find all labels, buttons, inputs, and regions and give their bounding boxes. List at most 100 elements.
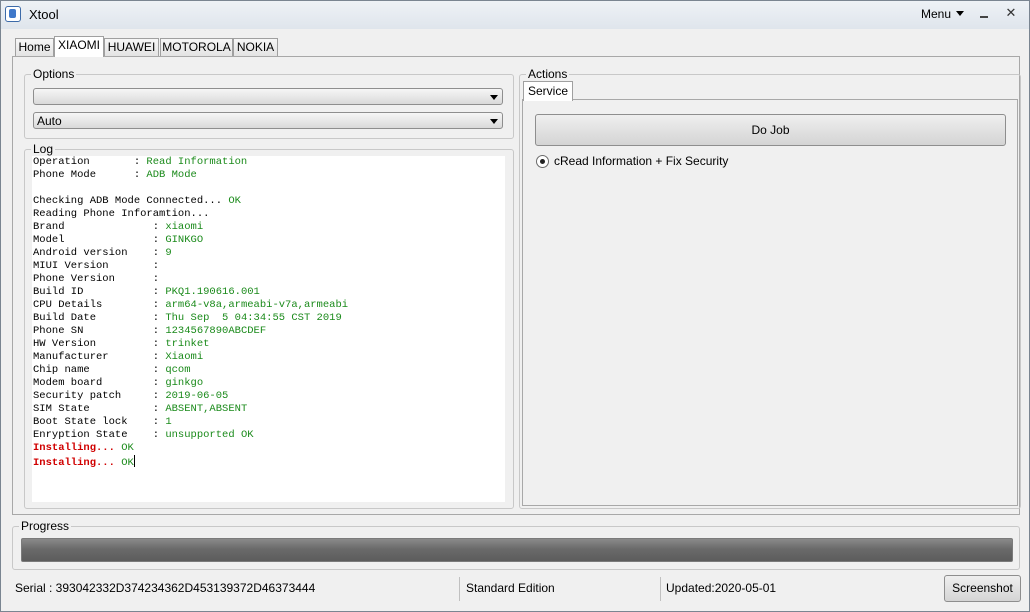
- options-label: Options: [31, 67, 77, 81]
- edition-text: Standard Edition: [466, 581, 555, 595]
- log-key: CPU Details :: [33, 299, 166, 311]
- log-line: Security patch : 2019-06-05: [32, 390, 505, 403]
- dropdown-arrow-icon: [490, 119, 498, 124]
- mode-combo-value: Auto: [37, 114, 62, 128]
- log-value: xiaomi: [165, 221, 204, 233]
- log-line: Phone Version :: [32, 273, 505, 286]
- log-warning-text: Installing...: [33, 457, 122, 469]
- log-key: Build ID :: [33, 286, 166, 298]
- log-value: GINKGO: [165, 234, 204, 246]
- app-icon: [5, 6, 21, 22]
- read-info-radio[interactable]: [536, 155, 549, 168]
- progress-bar: [21, 538, 1013, 562]
- close-icon[interactable]: ✕: [1003, 5, 1019, 20]
- log-key: HW Version :: [33, 338, 166, 350]
- do-job-button[interactable]: Do Job: [535, 114, 1006, 146]
- title-bar: Xtool Menu ✕: [1, 1, 1029, 29]
- log-line: Installing... OK: [32, 455, 505, 469]
- log-line: Build Date : Thu Sep 5 04:34:55 CST 2019: [32, 312, 505, 325]
- log-key: Brand :: [33, 221, 166, 233]
- updated-text: Updated:2020-05-01: [666, 581, 777, 595]
- log-line: Phone Mode : ADB Mode: [32, 169, 505, 182]
- log-value: 1234567890ABCDEF: [165, 325, 267, 337]
- log-value: trinket: [165, 338, 210, 350]
- log-line: Chip name : qcom: [32, 364, 505, 377]
- log-value: ADB Mode: [146, 169, 197, 181]
- log-key: Checking ADB Mode Connected...: [33, 195, 229, 207]
- log-line: Model : GINKGO: [32, 234, 505, 247]
- log-value: ABSENT,ABSENT: [165, 403, 248, 415]
- log-key: Manufacturer :: [33, 351, 166, 363]
- log-line: Enryption State : unsupported OK: [32, 429, 505, 442]
- chevron-down-icon: [956, 11, 965, 16]
- log-line: Brand : xiaomi: [32, 221, 505, 234]
- log-key: Modem board :: [33, 377, 166, 389]
- log-value: unsupported OK: [165, 429, 254, 441]
- log-output[interactable]: Operation : Read Information Phone Mode :…: [32, 156, 505, 502]
- log-key: MIUI Version :: [33, 260, 160, 272]
- actions-label: Actions: [526, 67, 570, 81]
- log-key: Operation :: [33, 156, 147, 168]
- tab-huawei[interactable]: HUAWEI: [104, 38, 159, 56]
- log-value: ginkgo: [165, 377, 204, 389]
- window-title: Xtool: [29, 7, 59, 22]
- text-cursor: [133, 455, 135, 467]
- log-key: Boot State lock :: [33, 416, 166, 428]
- log-line: Operation : Read Information: [32, 156, 505, 169]
- log-key: Reading Phone Inforamtion...: [33, 208, 210, 220]
- minimize-icon[interactable]: [976, 7, 992, 21]
- tab-nokia[interactable]: NOKIA: [233, 38, 278, 56]
- screenshot-button[interactable]: Screenshot: [944, 575, 1021, 602]
- log-label: Log: [31, 142, 56, 156]
- log-line: Modem board : ginkgo: [32, 377, 505, 390]
- dropdown-arrow-icon: [490, 95, 498, 100]
- menu-label: Menu: [921, 7, 952, 21]
- log-value: OK: [121, 457, 134, 469]
- log-value: Thu Sep 5 04:34:55 CST 2019: [165, 312, 342, 324]
- mode-combo[interactable]: Auto: [33, 112, 503, 129]
- tab-service[interactable]: Service: [523, 81, 573, 101]
- status-bar: Serial : 393042332D374234362D453139372D4…: [1, 573, 1029, 611]
- log-key: Security patch :: [33, 390, 166, 402]
- log-value: 1: [165, 416, 172, 428]
- log-value: 2019-06-05: [165, 390, 229, 402]
- log-line: Installing... OK: [32, 442, 505, 455]
- log-line: SIM State : ABSENT,ABSENT: [32, 403, 505, 416]
- log-key: Chip name :: [33, 364, 166, 376]
- log-value: PKQ1.190616.001: [165, 286, 260, 298]
- log-line: CPU Details : arm64-v8a,armeabi-v7a,arme…: [32, 299, 505, 312]
- log-key: Model :: [33, 234, 166, 246]
- model-combo[interactable]: [33, 88, 503, 105]
- log-line: Build ID : PKQ1.190616.001: [32, 286, 505, 299]
- log-warning-text: Installing...: [33, 442, 122, 454]
- log-line: Reading Phone Inforamtion...: [32, 208, 505, 221]
- tab-motorola[interactable]: MOTOROLA: [160, 38, 233, 56]
- log-value: OK: [228, 195, 241, 207]
- log-value: qcom: [165, 364, 191, 376]
- log-value: Xiaomi: [165, 351, 204, 363]
- log-line: MIUI Version :: [32, 260, 505, 273]
- tab-home[interactable]: Home: [15, 38, 54, 56]
- log-key: Phone Mode :: [33, 169, 147, 181]
- app-window: Xtool Menu ✕ Home XIAOMI HUAWEI MOTOROLA…: [0, 0, 1030, 612]
- log-key: Phone SN :: [33, 325, 166, 337]
- log-line: Boot State lock : 1: [32, 416, 505, 429]
- log-value: arm64-v8a,armeabi-v7a,armeabi: [165, 299, 349, 311]
- progress-label: Progress: [19, 519, 72, 533]
- log-key: Build Date :: [33, 312, 166, 324]
- menu-button[interactable]: Menu: [921, 7, 965, 21]
- log-value: OK: [121, 442, 134, 454]
- log-key: Phone Version :: [33, 273, 160, 285]
- log-value: 9: [165, 247, 172, 259]
- log-key: Android version :: [33, 247, 166, 259]
- status-divider: [660, 577, 661, 601]
- read-info-radio-label[interactable]: cRead Information + Fix Security: [554, 154, 728, 168]
- options-group: Options: [24, 67, 514, 139]
- tab-xiaomi[interactable]: XIAOMI: [54, 36, 104, 57]
- log-line: HW Version : trinket: [32, 338, 505, 351]
- log-line: Checking ADB Mode Connected... OK: [32, 195, 505, 208]
- log-line: Phone SN : 1234567890ABCDEF: [32, 325, 505, 338]
- log-line: Android version : 9: [32, 247, 505, 260]
- log-line: Manufacturer : Xiaomi: [32, 351, 505, 364]
